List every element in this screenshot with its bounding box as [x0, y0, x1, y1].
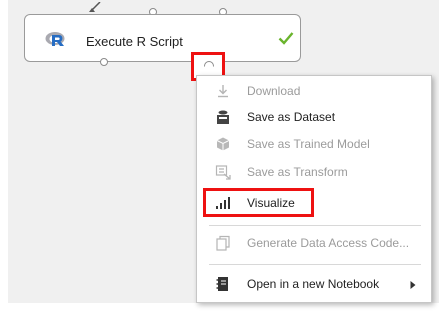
menu-item-save-as-trained-model[interactable]: Save as Trained Model — [197, 133, 431, 155]
module-title: Execute R Script — [86, 34, 183, 49]
output-port-icon — [204, 61, 214, 67]
transform-icon — [215, 165, 231, 180]
notebook-icon — [216, 277, 228, 291]
menu-item-download[interactable]: Download — [197, 80, 431, 102]
check-icon — [278, 32, 294, 45]
menu-item-open-in-new-notebook[interactable]: Open in a new Notebook — [197, 273, 431, 295]
output-port-left[interactable] — [100, 58, 108, 66]
menu-separator — [209, 225, 421, 226]
submenu-arrow-icon — [410, 281, 416, 289]
menu-item-label: Save as Dataset — [247, 110, 336, 124]
save-dataset-icon — [217, 110, 229, 124]
menu-item-label: Save as Transform — [247, 165, 348, 179]
menu-separator — [209, 264, 421, 265]
visualize-highlight-box — [203, 188, 314, 217]
download-icon — [218, 85, 228, 98]
execute-r-script-module[interactable]: Execute R Script — [24, 14, 301, 62]
menu-item-save-as-dataset[interactable]: Save as Dataset — [197, 106, 431, 128]
data-access-code-icon — [216, 235, 230, 251]
menu-item-save-as-transform[interactable]: Save as Transform — [197, 161, 431, 183]
menu-item-label: Generate Data Access Code... — [247, 236, 410, 250]
menu-item-label: Download — [247, 84, 301, 98]
menu-item-label: Save as Trained Model — [247, 137, 370, 151]
trained-model-icon — [216, 137, 230, 151]
menu-item-label: Open in a new Notebook — [247, 277, 380, 291]
menu-item-generate-data-access-code[interactable]: Generate Data Access Code... — [197, 232, 431, 254]
r-logo-icon — [45, 32, 65, 46]
